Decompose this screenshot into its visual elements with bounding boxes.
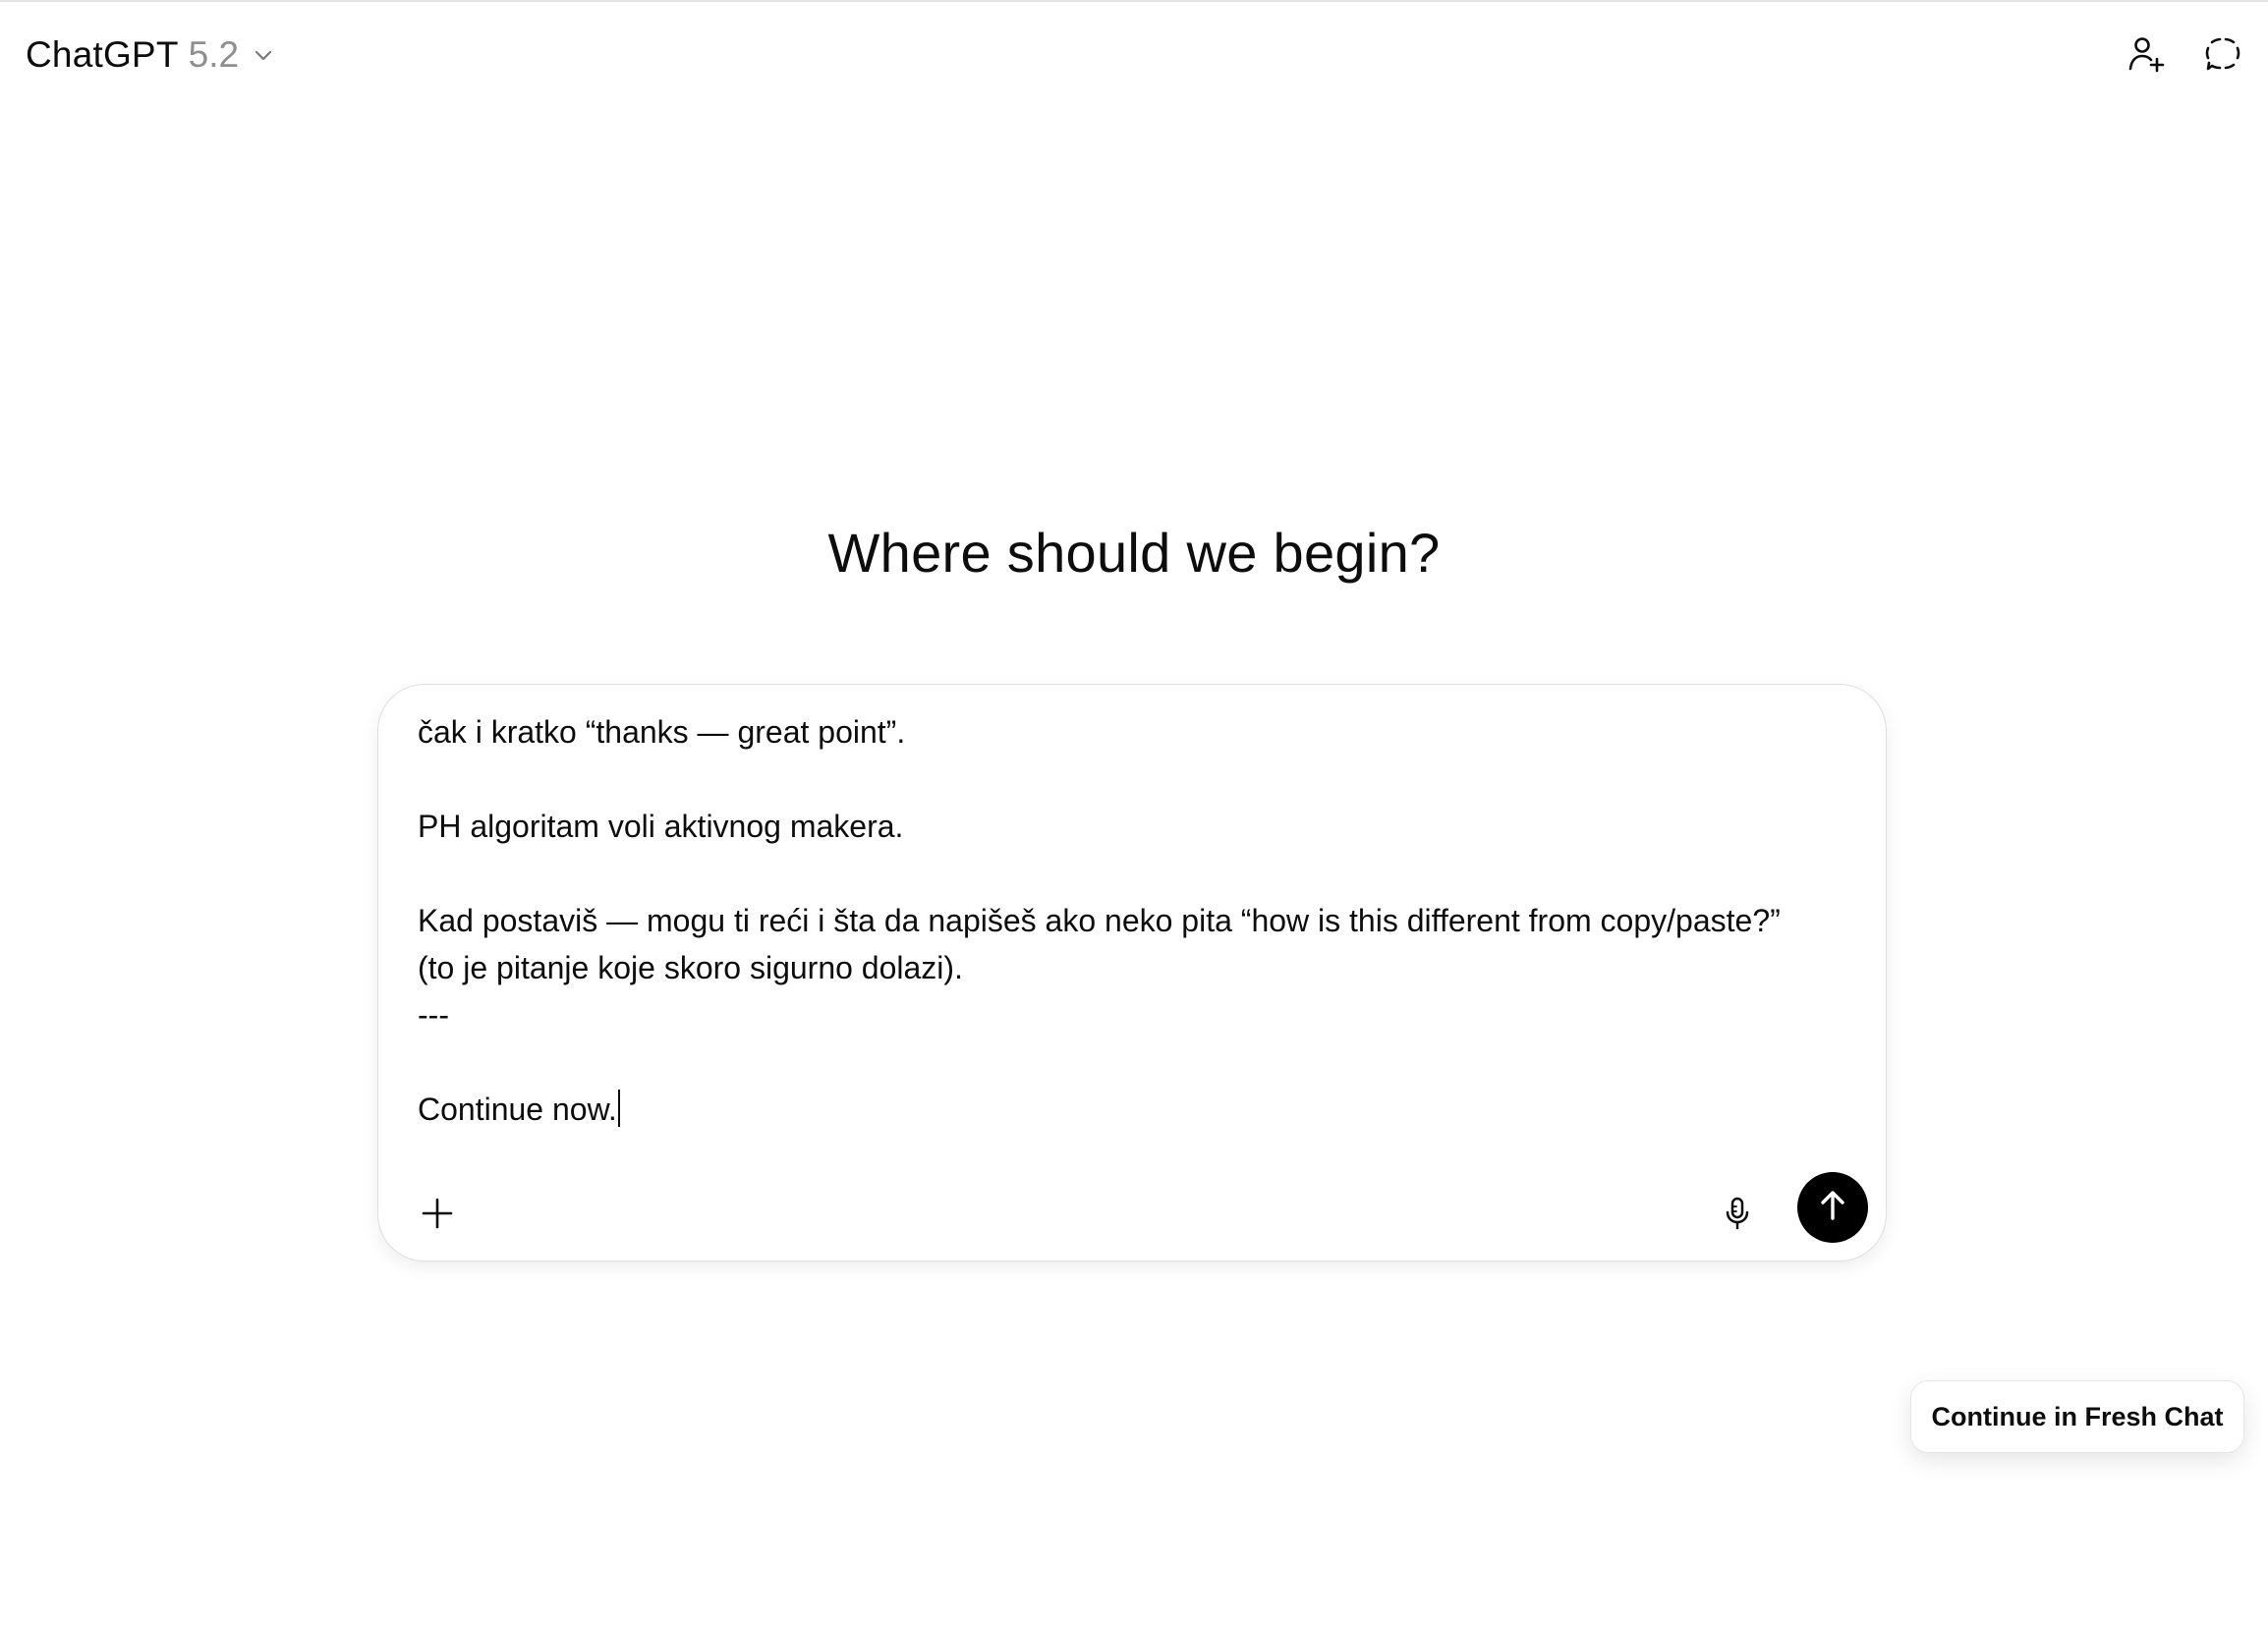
prompt-last-line: Continue now. [418, 1086, 1852, 1133]
prompt-line [418, 1038, 1852, 1086]
person-plus-icon [2126, 34, 2166, 79]
microphone-icon [1720, 1196, 1755, 1236]
model-switcher[interactable]: ChatGPT 5.2 [14, 26, 288, 84]
prompt-line: čak i kratko “thanks — great point”. [418, 714, 906, 750]
dashed-circle-chat-icon [2203, 34, 2242, 79]
prompt-line: (to je pitanje koje skoro sigurno dolazi… [418, 950, 963, 985]
model-name: ChatGPT [26, 34, 179, 75]
plus-icon [420, 1196, 455, 1236]
top-bar: ChatGPT 5.2 [0, 2, 2268, 104]
voice-input-button[interactable] [1708, 1186, 1767, 1245]
send-button[interactable] [1797, 1172, 1868, 1243]
add-people-button[interactable] [2118, 28, 2175, 84]
model-version: 5.2 [188, 34, 240, 75]
prompt-composer: čak i kratko “thanks — great point”. PH … [377, 684, 1887, 1261]
temporary-chat-button[interactable] [2194, 28, 2251, 84]
add-attachment-button[interactable] [408, 1186, 467, 1245]
prompt-line [418, 756, 1852, 803]
prompt-line: Continue now. [418, 1092, 617, 1127]
prompt-line: PH algoritam voli aktivnog makera. [418, 809, 904, 844]
text-caret [617, 1090, 620, 1127]
prompt-line: Kad postaviš — mogu ti reći i šta da nap… [418, 903, 1781, 938]
page-greeting: Where should we begin? [827, 522, 1441, 584]
prompt-line: --- [418, 997, 449, 1033]
arrow-up-icon [1815, 1188, 1850, 1228]
prompt-input[interactable]: čak i kratko “thanks — great point”. PH … [418, 708, 1852, 1133]
prompt-line [418, 850, 1852, 897]
chevron-down-icon [251, 42, 276, 68]
continue-in-fresh-chat-button[interactable]: Continue in Fresh Chat [1910, 1380, 2244, 1453]
